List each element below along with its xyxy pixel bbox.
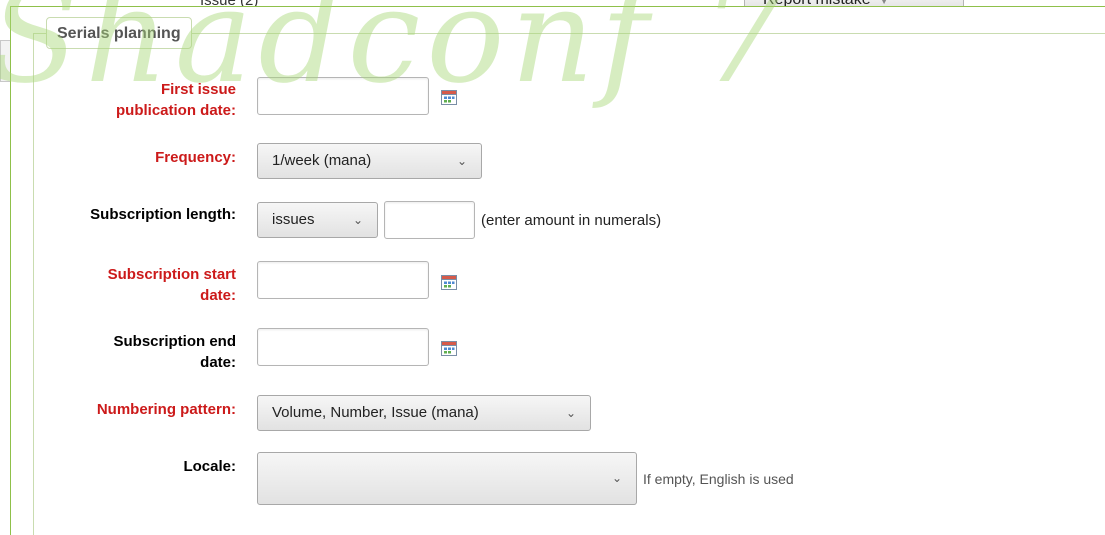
chevron-down-icon: ⌄ <box>565 406 576 420</box>
calendar-icon[interactable] <box>441 340 457 356</box>
subscription-start-date-input[interactable] <box>257 261 429 299</box>
numbering-pattern-select[interactable]: Volume, Number, Issue (mana) ⌄ <box>257 395 591 431</box>
frequency-label: Frequency: <box>155 149 236 166</box>
subscription-start-label: Subscription start date: <box>107 266 236 304</box>
subscription-length-amount-input[interactable] <box>384 201 475 239</box>
first-issue-date-input[interactable] <box>257 77 429 115</box>
calendar-icon[interactable] <box>441 274 457 290</box>
first-issue-label: First issue publication date: <box>116 81 236 119</box>
subscription-length-label: Subscription length: <box>90 206 236 223</box>
locale-select[interactable]: ⌄ <box>257 452 637 505</box>
frequency-select[interactable]: 1/week (mana) ⌄ <box>257 143 482 179</box>
frequency-selected-value: 1/week (mana) <box>272 152 372 169</box>
subscription-end-date-input[interactable] <box>257 328 429 366</box>
subscription-end-label: Subscription end date: <box>113 333 236 371</box>
numbering-pattern-selected-value: Volume, Number, Issue (mana) <box>272 404 479 421</box>
locale-label: Locale: <box>183 458 236 475</box>
chevron-down-icon: ⌄ <box>352 213 363 227</box>
chevron-down-icon: ⌄ <box>456 154 467 168</box>
numbering-pattern-label: Numbering pattern: <box>96 401 236 418</box>
page: Issue (2) Report mistake▼ Serials planni… <box>0 0 1105 535</box>
subscription-length-unit-select[interactable]: issues ⌄ <box>257 202 378 238</box>
chevron-down-icon: ⌄ <box>611 471 622 485</box>
subscription-length-unit-value: issues <box>272 211 315 228</box>
subscription-length-hint: (enter amount in numerals) <box>481 212 662 229</box>
calendar-icon[interactable] <box>441 89 457 105</box>
fieldset-legend: Serials planning <box>46 17 192 49</box>
locale-hint: If empty, English is used <box>643 471 794 487</box>
